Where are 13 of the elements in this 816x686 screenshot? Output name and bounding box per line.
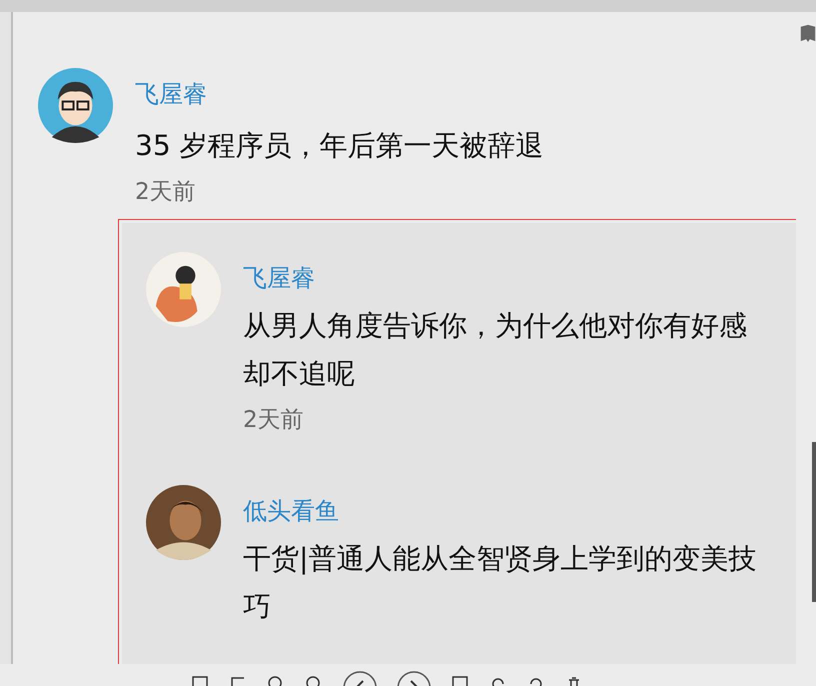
scrollbar[interactable] <box>812 442 816 602</box>
comment-text: 35 岁程序员，年后第一天被辞退 <box>135 128 544 164</box>
book-icon[interactable] <box>799 22 816 44</box>
comment-time: 2天前 <box>135 178 197 207</box>
author-name[interactable]: 低头看鱼 <box>243 495 758 527</box>
reply-text: 从男人角度告诉你，为什么他对你有好感却不追呢 <box>243 308 748 392</box>
reply-text: 干货|普通人能从全智贤身上学到的变美技巧 <box>243 541 758 625</box>
avatar[interactable] <box>146 485 221 560</box>
avatar[interactable] <box>146 252 221 327</box>
author-name[interactable]: 飞屋睿 <box>243 262 758 294</box>
avatar[interactable] <box>38 68 113 143</box>
author-name[interactable]: 飞屋睿 <box>135 78 544 110</box>
reply-time: 2天前 <box>243 406 305 435</box>
